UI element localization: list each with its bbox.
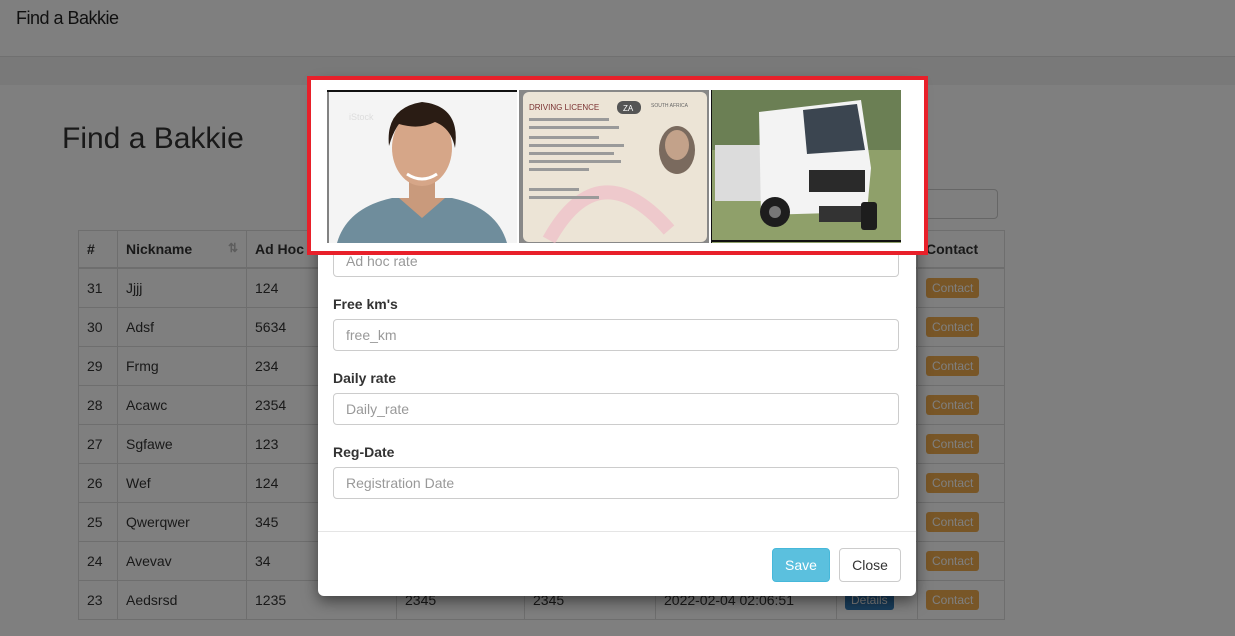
image-preview-strip: iStock DRIVING LICENCE ZA SOUTH AFRICA bbox=[307, 76, 928, 255]
modal-footer: Save Close bbox=[318, 531, 916, 596]
free-km-label: Free km's bbox=[333, 296, 398, 312]
daily-rate-label: Daily rate bbox=[333, 370, 397, 386]
watermark-text: iStock bbox=[349, 112, 374, 122]
license-country: SOUTH AFRICA bbox=[651, 103, 689, 109]
license-header: DRIVING LICENCE bbox=[529, 103, 599, 112]
save-button[interactable]: Save bbox=[772, 548, 830, 582]
free-km-input[interactable] bbox=[333, 319, 899, 351]
profile-photo: iStock bbox=[327, 90, 517, 243]
daily-rate-input[interactable] bbox=[333, 393, 899, 425]
reg-date-label: Reg-Date bbox=[333, 444, 395, 460]
vehicle-photo bbox=[711, 90, 901, 243]
license-badge: ZA bbox=[623, 104, 634, 113]
drivers-license-image: DRIVING LICENCE ZA SOUTH AFRICA bbox=[519, 90, 709, 243]
reg-date-input[interactable] bbox=[333, 467, 899, 499]
close-button[interactable]: Close bbox=[839, 548, 901, 582]
